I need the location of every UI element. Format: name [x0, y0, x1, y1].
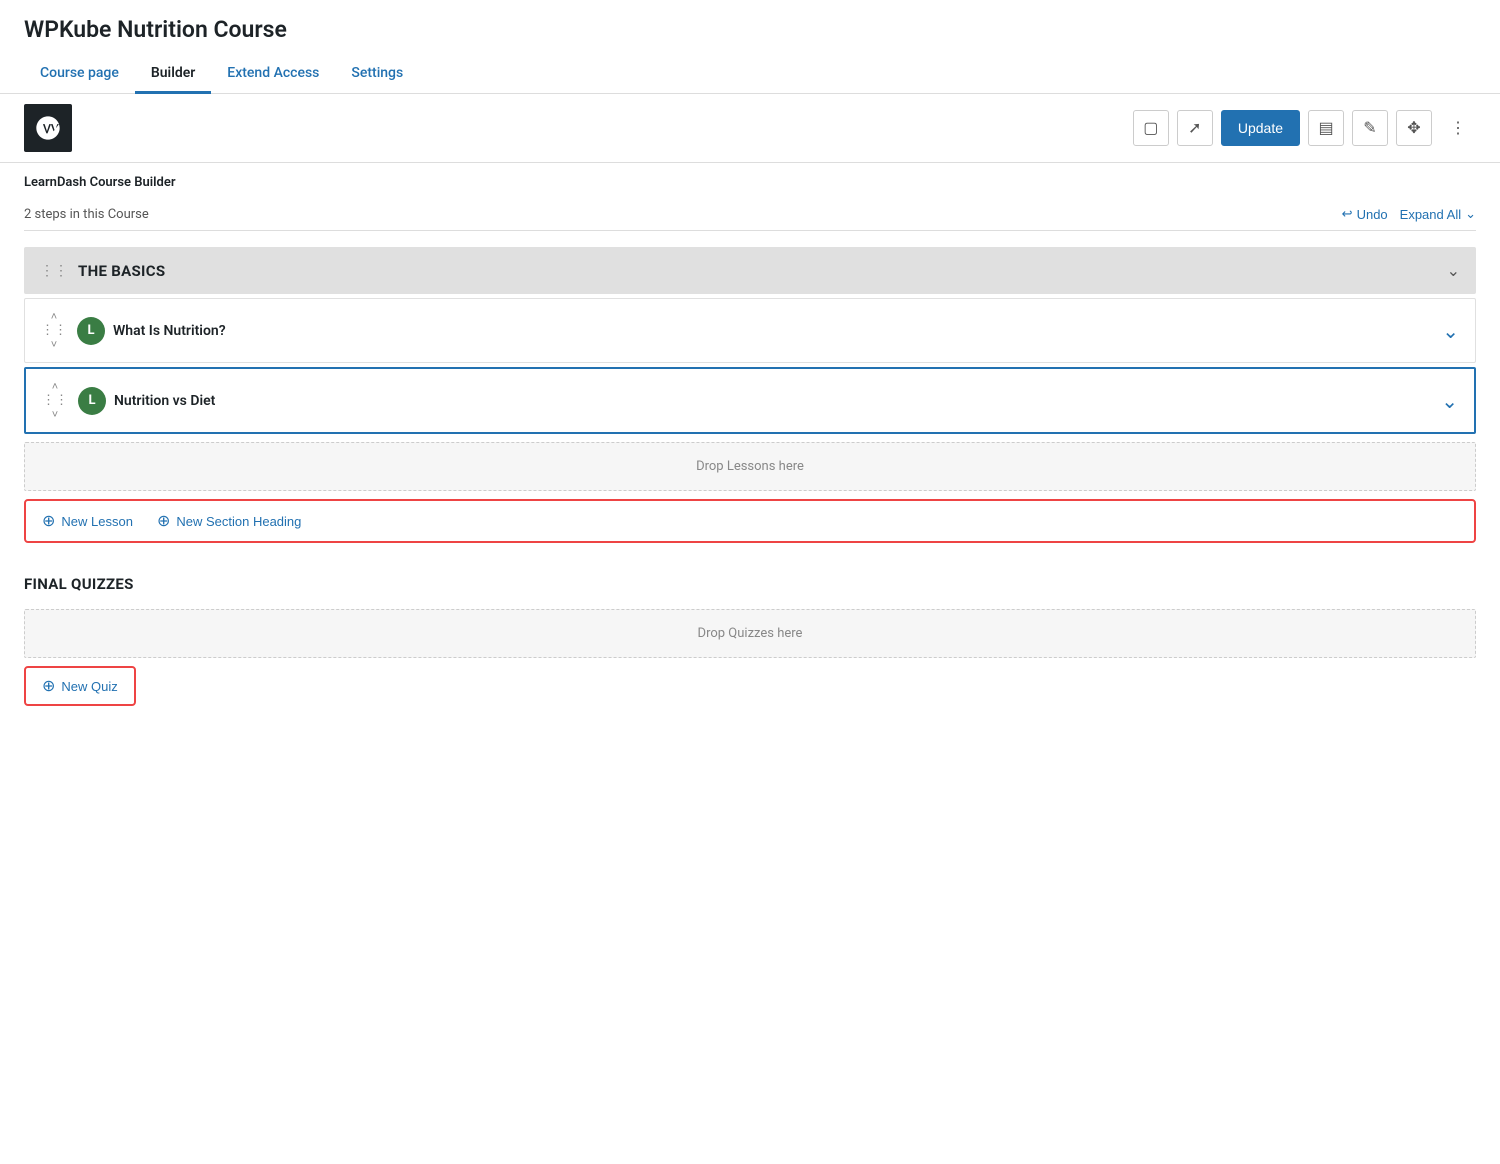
lesson-row-inner: ˄ ⋮⋮ ˅ L What Is Nutrition? ⌄: [25, 299, 1475, 362]
drop-lessons-zone: Drop Lessons here: [24, 442, 1476, 491]
lesson-badge-l-2: L: [78, 387, 106, 415]
lesson-badge-l: L: [77, 317, 105, 345]
pencil-icon: ✎: [1363, 118, 1376, 138]
tabs-bar: Course page Builder Extend Access Settin…: [0, 55, 1500, 94]
undo-icon: ↩: [1342, 206, 1353, 222]
new-quiz-row: ⊕ New Quiz: [24, 666, 136, 706]
expand-all-button[interactable]: Expand All ⌄: [1400, 206, 1476, 222]
lesson-row-inner-active: ˄ ⋮⋮ ˅ L Nutrition vs Diet ⌄: [26, 369, 1474, 432]
lesson-arrow-up-icon[interactable]: ˄: [51, 311, 57, 322]
lines-icon: ✥: [1407, 118, 1420, 138]
new-lesson-icon: ⊕: [42, 511, 55, 531]
new-quiz-wrapper: ⊕ New Quiz: [24, 666, 1476, 706]
new-quiz-icon: ⊕: [42, 676, 55, 696]
lessons-container: ˄ ⋮⋮ ˅ L What Is Nutrition? ⌄ ˄: [24, 298, 1476, 434]
new-section-heading-button[interactable]: ⊕ New Section Heading: [157, 511, 301, 531]
section-the-basics: ⋮⋮ THE BASICS ⌄ ˄ ⋮⋮ ˅ L What I: [24, 247, 1476, 434]
final-quizzes-section: FINAL QUIZZES Drop Quizzes here ⊕ New Qu…: [24, 563, 1476, 706]
monitor-button[interactable]: ▢: [1133, 110, 1169, 146]
pencil-button[interactable]: ✎: [1352, 110, 1388, 146]
wp-toolbar: ▢ ➚ Update ▤ ✎ ✥ ⋮: [0, 94, 1500, 163]
new-lesson-button[interactable]: ⊕ New Lesson: [42, 511, 133, 531]
wp-logo: [24, 104, 72, 152]
lesson-arrow-up-icon-2[interactable]: ˄: [52, 381, 58, 392]
tab-extend-access[interactable]: Extend Access: [211, 55, 335, 94]
undo-button[interactable]: ↩ Undo: [1342, 206, 1388, 222]
lesson-drag-handle-icon[interactable]: ⋮⋮: [41, 323, 67, 338]
builder-content: ⋮⋮ THE BASICS ⌄ ˄ ⋮⋮ ˅ L What I: [24, 247, 1476, 706]
builder-section: LearnDash Course Builder 2 steps in this…: [0, 163, 1500, 706]
expand-all-chevron-icon: ⌄: [1465, 206, 1476, 222]
steps-header: 2 steps in this Course ↩ Undo Expand All…: [24, 198, 1476, 231]
update-button[interactable]: Update: [1221, 110, 1300, 146]
lesson-row-controls-active: ˄ ⋮⋮ ˅: [42, 381, 68, 420]
new-lesson-label: New Lesson: [61, 514, 133, 529]
columns-icon: ▤: [1318, 118, 1333, 138]
lesson-arrow-down-icon[interactable]: ˅: [51, 339, 57, 350]
section-heading-the-basics: ⋮⋮ THE BASICS ⌄: [24, 247, 1476, 294]
external-link-button[interactable]: ➚: [1177, 110, 1213, 146]
new-section-icon: ⊕: [157, 511, 170, 531]
more-options-button[interactable]: ⋮: [1440, 110, 1476, 146]
expand-all-label: Expand All: [1400, 207, 1461, 222]
section-collapse-icon[interactable]: ⌄: [1447, 261, 1460, 280]
lesson-expand-icon-2[interactable]: ⌄: [1441, 389, 1458, 413]
lines-button[interactable]: ✥: [1396, 110, 1432, 146]
tab-course-page[interactable]: Course page: [24, 55, 135, 94]
tab-settings[interactable]: Settings: [335, 55, 419, 94]
new-quiz-label: New Quiz: [61, 679, 117, 694]
final-quizzes-title: FINAL QUIZZES: [24, 563, 1476, 601]
drop-quizzes-zone: Drop Quizzes here: [24, 609, 1476, 658]
lesson-title-nutrition-vs-diet: Nutrition vs Diet: [114, 393, 1433, 409]
lesson-arrow-down-icon-2[interactable]: ˅: [52, 409, 58, 420]
section-title-the-basics: THE BASICS: [78, 262, 165, 280]
lesson-row-what-is-nutrition: ˄ ⋮⋮ ˅ L What Is Nutrition? ⌄: [24, 298, 1476, 363]
add-buttons-row: ⊕ New Lesson ⊕ New Section Heading: [24, 499, 1476, 543]
lesson-expand-icon[interactable]: ⌄: [1442, 319, 1459, 343]
tab-builder[interactable]: Builder: [135, 55, 211, 94]
more-icon: ⋮: [1450, 118, 1466, 138]
builder-title: LearnDash Course Builder: [24, 163, 1476, 198]
external-link-icon: ➚: [1188, 118, 1201, 138]
page-title: WPKube Nutrition Course: [24, 16, 1476, 43]
new-quiz-button[interactable]: ⊕ New Quiz: [42, 676, 118, 696]
lesson-drag-handle-icon-2[interactable]: ⋮⋮: [42, 393, 68, 408]
columns-button[interactable]: ▤: [1308, 110, 1344, 146]
lesson-title-what-is-nutrition: What Is Nutrition?: [113, 323, 1434, 339]
new-section-heading-label: New Section Heading: [176, 514, 301, 529]
lesson-row-nutrition-vs-diet: ˄ ⋮⋮ ˅ L Nutrition vs Diet ⌄: [24, 367, 1476, 434]
drag-handle-icon[interactable]: ⋮⋮: [40, 263, 68, 279]
steps-count: 2 steps in this Course: [24, 207, 149, 222]
undo-label: Undo: [1357, 207, 1388, 222]
steps-actions: ↩ Undo Expand All ⌄: [1342, 206, 1476, 222]
monitor-icon: ▢: [1143, 118, 1158, 138]
lesson-row-controls: ˄ ⋮⋮ ˅: [41, 311, 67, 350]
